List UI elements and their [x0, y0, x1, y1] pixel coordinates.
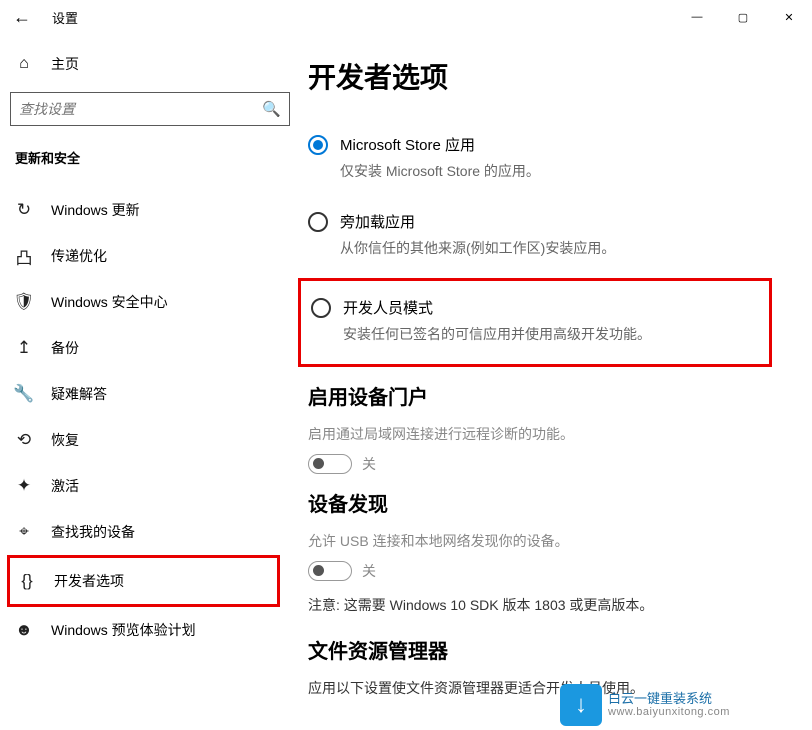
device-discovery-note: 注意: 这需要 Windows 10 SDK 版本 1803 或更高版本。 — [308, 595, 772, 615]
toggle-knob — [313, 458, 324, 469]
search-box[interactable]: 🔍 — [10, 92, 290, 126]
sidebar-item-label: 查找我的设备 — [51, 522, 135, 542]
radio-option-store-apps[interactable]: Microsoft Store 应用 仅安装 Microsoft Store 的… — [308, 128, 772, 187]
close-button[interactable]: ✕ — [766, 1, 812, 33]
radio-label: 旁加载应用 — [340, 211, 615, 232]
radio-desc: 安装任何已签名的可信应用并使用高级开发功能。 — [343, 324, 651, 344]
toggle-knob — [313, 565, 324, 576]
radio-icon — [308, 212, 328, 232]
main-content: 开发者选项 Microsoft Store 应用 仅安装 Microsoft S… — [300, 34, 812, 730]
window-title: 设置 — [52, 8, 78, 27]
sidebar: ⌂ 主页 🔍 更新和安全 ↻ Windows 更新 凸传递优化 🛡 Windows … — [0, 34, 300, 730]
sidebar-item-backup[interactable]: ↥ 备份 — [10, 325, 290, 371]
sidebar-item-label: 恢复 — [51, 430, 79, 450]
sidebar-item-windows-update[interactable]: ↻ Windows 更新 — [10, 187, 290, 233]
home-nav[interactable]: ⌂ 主页 — [10, 44, 290, 84]
device-portal-toggle[interactable] — [308, 454, 352, 474]
radio-option-developer-mode[interactable]: 开发人员模式 安装任何已签名的可信应用并使用高级开发功能。 — [311, 291, 759, 350]
radio-desc: 从你信任的其他来源(例如工作区)安装应用。 — [340, 238, 615, 258]
sidebar-item-developer-options[interactable]: {} 开发者选项 — [7, 555, 280, 607]
sidebar-item-label: Windows 安全中心 — [51, 292, 168, 312]
update-icon: ↻ — [15, 200, 33, 220]
device-portal-desc: 启用通过局域网连接进行远程诊断的功能。 — [308, 424, 772, 444]
watermark-text: 白云一键重装系统 — [608, 691, 730, 707]
device-portal-state: 关 — [362, 454, 376, 474]
wrench-icon: 🔧 — [15, 384, 33, 404]
home-icon: ⌂ — [15, 55, 33, 73]
sidebar-item-troubleshoot[interactable]: 🔧 疑难解答 — [10, 371, 290, 417]
page-title: 开发者选项 — [308, 56, 772, 96]
sidebar-item-label: 传递优化 — [51, 246, 107, 266]
back-button[interactable]: ← — [0, 7, 44, 28]
watermark-logo-icon: ↓ — [560, 684, 602, 726]
radio-label: Microsoft Store 应用 — [340, 134, 540, 155]
sidebar-item-label: 开发者选项 — [54, 571, 124, 591]
sidebar-item-delivery-optimization[interactable]: 凸传递优化 — [10, 233, 290, 279]
delivery-icon: 凸 — [15, 244, 33, 269]
sidebar-item-label: 疑难解答 — [51, 384, 107, 404]
sidebar-item-label: 激活 — [51, 476, 79, 496]
file-explorer-heading: 文件资源管理器 — [308, 635, 772, 664]
sidebar-item-label: Windows 更新 — [51, 200, 140, 220]
radio-option-sideload[interactable]: 旁加载应用 从你信任的其他来源(例如工作区)安装应用。 — [308, 205, 772, 264]
device-discovery-desc: 允许 USB 连接和本地网络发现你的设备。 — [308, 531, 772, 551]
shield-icon: 🛡 — [15, 292, 33, 312]
sidebar-item-windows-security[interactable]: 🛡 Windows 安全中心 — [10, 279, 290, 325]
device-discovery-heading: 设备发现 — [308, 488, 772, 517]
code-icon: {} — [18, 571, 36, 591]
radio-icon — [308, 135, 328, 155]
locate-icon: ⌖ — [15, 522, 33, 542]
device-portal-heading: 启用设备门户 — [308, 381, 772, 410]
sidebar-item-insider[interactable]: ☻ Windows 预览体验计划 — [10, 607, 290, 653]
maximize-button[interactable]: ▢ — [720, 1, 766, 33]
device-discovery-state: 关 — [362, 561, 376, 581]
watermark: ↓ 白云一键重装系统 www.baiyunxitong.com — [560, 684, 730, 726]
device-discovery-toggle[interactable] — [308, 561, 352, 581]
insider-icon: ☻ — [15, 620, 33, 640]
radio-option-developer-mode-highlight: 开发人员模式 安装任何已签名的可信应用并使用高级开发功能。 — [298, 278, 772, 367]
search-icon: 🔍 — [262, 100, 281, 118]
activation-icon: ✦ — [15, 476, 33, 496]
sidebar-section-title: 更新和安全 — [10, 148, 290, 167]
minimize-button[interactable]: — — [674, 1, 720, 33]
watermark-url: www.baiyunxitong.com — [608, 706, 730, 719]
radio-icon — [311, 298, 331, 318]
sidebar-item-label: 备份 — [51, 338, 79, 358]
backup-icon: ↥ — [15, 338, 33, 358]
sidebar-item-recovery[interactable]: ⟲ 恢复 — [10, 417, 290, 463]
sidebar-item-activation[interactable]: ✦ 激活 — [10, 463, 290, 509]
sidebar-item-label: Windows 预览体验计划 — [51, 620, 196, 640]
recovery-icon: ⟲ — [15, 430, 33, 450]
sidebar-item-find-device[interactable]: ⌖ 查找我的设备 — [10, 509, 290, 555]
search-input[interactable] — [19, 101, 262, 117]
radio-label: 开发人员模式 — [343, 297, 651, 318]
home-label: 主页 — [51, 54, 79, 74]
radio-desc: 仅安装 Microsoft Store 的应用。 — [340, 161, 540, 181]
